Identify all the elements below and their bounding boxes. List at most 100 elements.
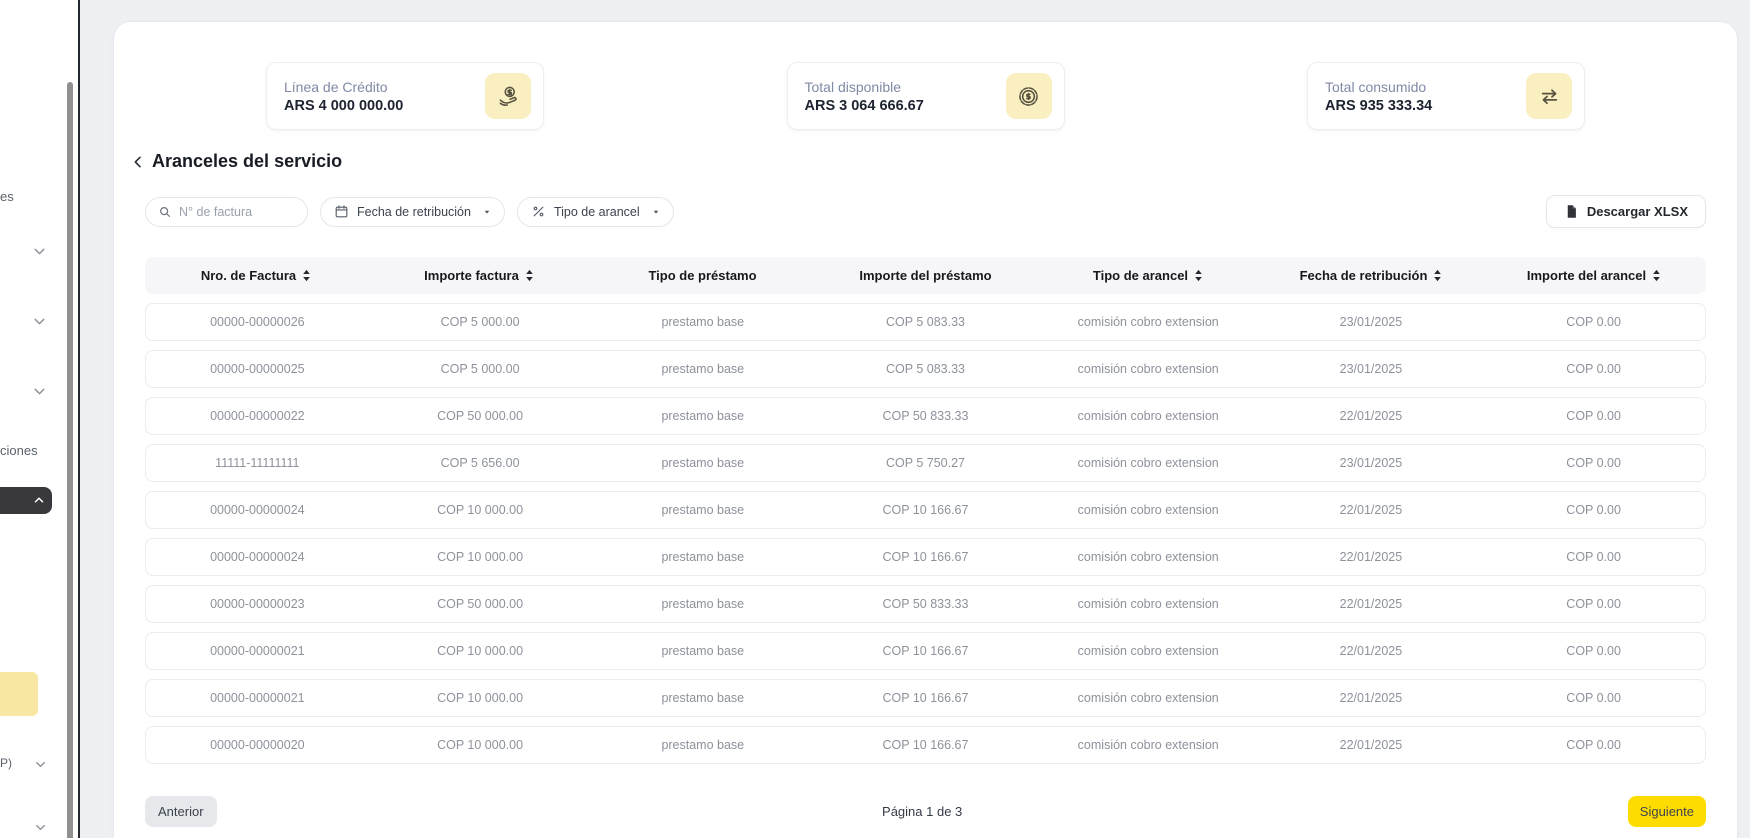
table-cell: prestamo base xyxy=(591,597,814,611)
table-row[interactable]: 00000-00000022COP 50 000.00prestamo base… xyxy=(145,397,1706,435)
column-header-fecha-de-retribuci-n[interactable]: Fecha de retribución xyxy=(1260,268,1483,283)
sidebar: es ciones P) xyxy=(0,0,78,838)
table-row[interactable]: 00000-00000024COP 10 000.00prestamo base… xyxy=(145,538,1706,576)
table-cell: 22/01/2025 xyxy=(1260,503,1483,517)
card-label: Total disponible xyxy=(805,79,924,95)
search-input-wrapper xyxy=(145,197,308,227)
sidebar-item-label: es xyxy=(0,189,14,204)
column-label: Importe del préstamo xyxy=(859,268,991,283)
table-cell: COP 0.00 xyxy=(1482,597,1705,611)
table-cell: prestamo base xyxy=(591,409,814,423)
table-cell: COP 10 166.67 xyxy=(814,691,1037,705)
sort-icon xyxy=(524,269,535,282)
table-row[interactable]: 11111-11111111COP 5 656.00prestamo baseC… xyxy=(145,444,1706,482)
sort-icon xyxy=(1432,269,1443,282)
table-cell: COP 0.00 xyxy=(1482,315,1705,329)
column-label: Importe del arancel xyxy=(1527,268,1646,283)
sort-icon xyxy=(1651,269,1662,282)
table-cell: 11111-11111111 xyxy=(146,456,369,470)
table-cell: comisión cobro extension xyxy=(1037,691,1260,705)
sidebar-item-label: ciones xyxy=(0,443,38,458)
sidebar-item-label: P) xyxy=(0,756,12,770)
table-cell: COP 0.00 xyxy=(1482,550,1705,564)
table-row[interactable]: 00000-00000025COP 5 000.00prestamo baseC… xyxy=(145,350,1706,388)
table-cell: comisión cobro extension xyxy=(1037,315,1260,329)
caret-down-icon xyxy=(651,207,661,217)
sidebar-item-expanded[interactable] xyxy=(0,487,52,514)
table-cell: 00000-00000025 xyxy=(146,362,369,376)
sort-icon xyxy=(1193,269,1204,282)
app-screen: es ciones P) Línea de Crédito ARS 4 000 … xyxy=(0,0,1750,838)
column-header-nro-de-factura[interactable]: Nro. de Factura xyxy=(145,268,368,283)
total-consumed-card: Total consumido ARS 935 333.34 xyxy=(1307,62,1585,130)
table-cell: prestamo base xyxy=(591,691,814,705)
chevron-left-icon[interactable] xyxy=(130,154,146,170)
table-row[interactable]: 00000-00000026COP 5 000.00prestamo baseC… xyxy=(145,303,1706,341)
sidebar-scrollbar-thumb[interactable] xyxy=(67,82,73,838)
table-cell: COP 50 833.33 xyxy=(814,597,1037,611)
table-cell: COP 5 000.00 xyxy=(369,362,592,376)
download-xlsx-button[interactable]: Descargar XLSX xyxy=(1546,195,1706,228)
table-cell: comisión cobro extension xyxy=(1037,503,1260,517)
table-cell: 22/01/2025 xyxy=(1260,409,1483,423)
chevron-down-icon[interactable] xyxy=(31,383,48,400)
table-cell: COP 10 166.67 xyxy=(814,738,1037,752)
table-cell: prestamo base xyxy=(591,456,814,470)
previous-page-button[interactable]: Anterior xyxy=(145,796,217,827)
column-label: Tipo de arancel xyxy=(1093,268,1188,283)
coin-icon xyxy=(1006,73,1052,119)
card-label: Total consumido xyxy=(1325,79,1432,95)
table-cell: COP 5 750.27 xyxy=(814,456,1037,470)
card-label: Línea de Crédito xyxy=(284,79,403,95)
table-row[interactable]: 00000-00000020COP 10 000.00prestamo base… xyxy=(145,726,1706,764)
table-cell: COP 0.00 xyxy=(1482,503,1705,517)
table-cell: comisión cobro extension xyxy=(1037,550,1260,564)
table-cell: COP 10 166.67 xyxy=(814,550,1037,564)
chevron-down-icon[interactable] xyxy=(33,820,48,835)
table-row[interactable]: 00000-00000024COP 10 000.00prestamo base… xyxy=(145,491,1706,529)
download-label: Descargar XLSX xyxy=(1587,204,1688,219)
table-row[interactable]: 00000-00000021COP 10 000.00prestamo base… xyxy=(145,679,1706,717)
column-header-importe-del-pr-stamo: Importe del préstamo xyxy=(814,268,1037,283)
table-cell: COP 0.00 xyxy=(1482,644,1705,658)
search-input[interactable] xyxy=(179,205,295,219)
table-cell: COP 10 000.00 xyxy=(369,503,592,517)
sort-icon xyxy=(301,269,312,282)
sidebar-item-active-highlight[interactable] xyxy=(0,672,38,716)
table-cell: COP 0.00 xyxy=(1482,409,1705,423)
table-cell: COP 10 000.00 xyxy=(369,550,592,564)
table-cell: COP 5 083.33 xyxy=(814,362,1037,376)
table-cell: 22/01/2025 xyxy=(1260,691,1483,705)
table-cell: comisión cobro extension xyxy=(1037,597,1260,611)
chevron-down-icon[interactable] xyxy=(31,313,48,330)
date-filter-button[interactable]: Fecha de retribución xyxy=(320,197,505,227)
fees-table: Nro. de FacturaImporte facturaTipo de pr… xyxy=(145,257,1706,764)
column-header-importe-factura[interactable]: Importe factura xyxy=(368,268,591,283)
next-page-button[interactable]: Siguiente xyxy=(1628,796,1706,827)
table-cell: COP 5 656.00 xyxy=(369,456,592,470)
chevron-down-icon[interactable] xyxy=(33,757,48,772)
column-header-importe-del-arancel[interactable]: Importe del arancel xyxy=(1483,268,1706,283)
table-cell: 23/01/2025 xyxy=(1260,456,1483,470)
table-cell: COP 0.00 xyxy=(1482,691,1705,705)
column-header-tipo-de-arancel[interactable]: Tipo de arancel xyxy=(1037,268,1260,283)
type-filter-label: Tipo de arancel xyxy=(554,205,640,219)
table-cell: 00000-00000020 xyxy=(146,738,369,752)
table-row[interactable]: 00000-00000021COP 10 000.00prestamo base… xyxy=(145,632,1706,670)
type-filter-button[interactable]: Tipo de arancel xyxy=(517,197,674,227)
table-cell: 00000-00000026 xyxy=(146,315,369,329)
table-cell: prestamo base xyxy=(591,550,814,564)
table-cell: COP 0.00 xyxy=(1482,738,1705,752)
table-cell: comisión cobro extension xyxy=(1037,644,1260,658)
table-cell: 22/01/2025 xyxy=(1260,597,1483,611)
table-cell: comisión cobro extension xyxy=(1037,456,1260,470)
table-body: 00000-00000026COP 5 000.00prestamo baseC… xyxy=(145,303,1706,764)
table-cell: COP 50 000.00 xyxy=(369,597,592,611)
table-cell: 00000-00000022 xyxy=(146,409,369,423)
table-row[interactable]: 00000-00000023COP 50 000.00prestamo base… xyxy=(145,585,1706,623)
caret-down-icon xyxy=(482,207,492,217)
chevron-down-icon[interactable] xyxy=(31,243,48,260)
column-label: Importe factura xyxy=(424,268,519,283)
table-cell: COP 10 166.67 xyxy=(814,644,1037,658)
calendar-icon xyxy=(334,204,349,219)
